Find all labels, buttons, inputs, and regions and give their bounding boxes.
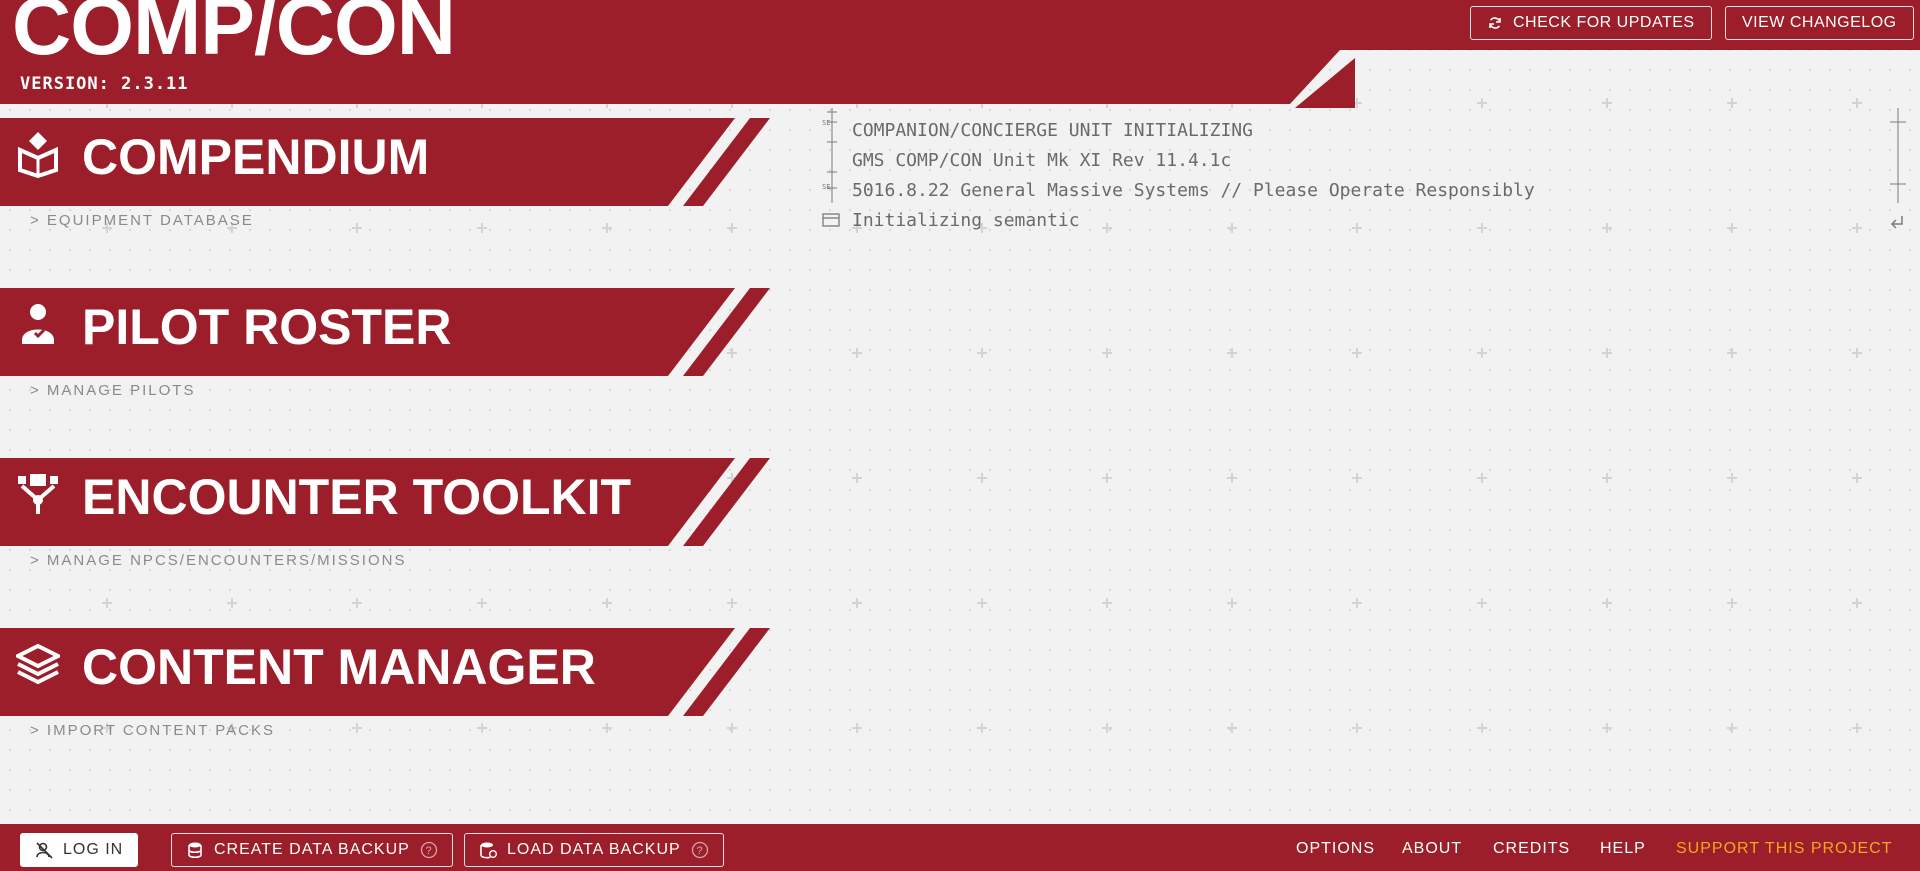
refresh-icon <box>1487 15 1503 31</box>
nav-label: CONTENT MANAGER <box>82 639 596 695</box>
check-updates-label: CHECK FOR UPDATES <box>1513 14 1695 31</box>
nav-content-manager[interactable]: CONTENT MANAGER > IMPORT CONTENT PACKS <box>0 628 780 758</box>
nav-compendium[interactable]: COMPENDIUM > EQUIPMENT DATABASE <box>0 118 780 248</box>
nav-encounter-toolkit[interactable]: ENCOUNTER TOOLKIT > MANAGE NPCS/ENCOUNTE… <box>0 458 780 588</box>
pilot-icon <box>16 300 60 348</box>
load-backup-button[interactable]: LOAD DATA BACKUP ? <box>464 833 724 867</box>
svg-text:?: ? <box>696 845 703 857</box>
footer-bar: LOG IN CREATE DATA BACKUP ? LOAD DATA BA… <box>0 824 1920 871</box>
create-backup-button[interactable]: CREATE DATA BACKUP ? <box>171 833 453 867</box>
nav-pilot-roster[interactable]: PILOT ROSTER > MANAGE PILOTS <box>0 288 780 418</box>
help-link[interactable]: HELP <box>1600 840 1646 858</box>
options-link[interactable]: OPTIONS <box>1296 840 1375 858</box>
nav-sublabel: > IMPORT CONTENT PACKS <box>30 722 276 739</box>
check-updates-button[interactable]: CHECK FOR UPDATES <box>1470 6 1712 40</box>
terminal-line: 5016.8.22 General Massive Systems // Ple… <box>852 180 1535 201</box>
help-circle-icon[interactable]: ? <box>691 841 709 859</box>
encounter-icon <box>16 470 60 518</box>
view-changelog-button[interactable]: VIEW CHANGELOG <box>1725 6 1914 40</box>
compendium-icon <box>16 130 60 179</box>
login-label: LOG IN <box>63 841 124 858</box>
nav-label: PILOT ROSTER <box>82 299 452 355</box>
login-button[interactable]: LOG IN <box>20 833 139 867</box>
svg-text:SE: SE <box>822 183 830 191</box>
load-backup-label: LOAD DATA BACKUP <box>507 841 681 858</box>
svg-text:?: ? <box>425 845 432 857</box>
nav-sublabel: > MANAGE NPCS/ENCOUNTERS/MISSIONS <box>30 552 407 569</box>
support-link[interactable]: SUPPORT THIS PROJECT <box>1676 840 1892 858</box>
database-refresh-icon <box>480 842 497 859</box>
terminal-log: SE SE COMPANION/CONCIERGE UNIT INITIALIZI… <box>820 108 1920 248</box>
nav-sublabel: > EQUIPMENT DATABASE <box>30 212 254 229</box>
view-changelog-label: VIEW CHANGELOG <box>1742 14 1897 31</box>
nav-label: ENCOUNTER TOOLKIT <box>82 469 632 525</box>
about-link[interactable]: ABOUT <box>1402 840 1462 858</box>
terminal-status-icon <box>822 213 840 227</box>
nav-label: COMPENDIUM <box>82 129 430 185</box>
database-icon <box>188 842 202 859</box>
help-circle-icon[interactable]: ? <box>420 841 438 859</box>
app-title: COMP/CON <box>12 0 456 72</box>
nav-sublabel: > MANAGE PILOTS <box>30 382 196 399</box>
create-backup-label: CREATE DATA BACKUP <box>214 841 410 858</box>
svg-text:SE: SE <box>822 119 830 127</box>
credits-link[interactable]: CREDITS <box>1493 840 1570 858</box>
terminal-line: Initializing semantic <box>852 210 1080 231</box>
terminal-line: COMPANION/CONCIERGE UNIT INITIALIZING <box>852 120 1253 141</box>
content-layers-icon <box>13 640 63 688</box>
terminal-line: GMS COMP/CON Unit Mk XI Rev 11.4.1c <box>852 150 1232 171</box>
version-label: VERSION: 2.3.11 <box>20 74 189 94</box>
login-user-icon <box>36 842 53 859</box>
